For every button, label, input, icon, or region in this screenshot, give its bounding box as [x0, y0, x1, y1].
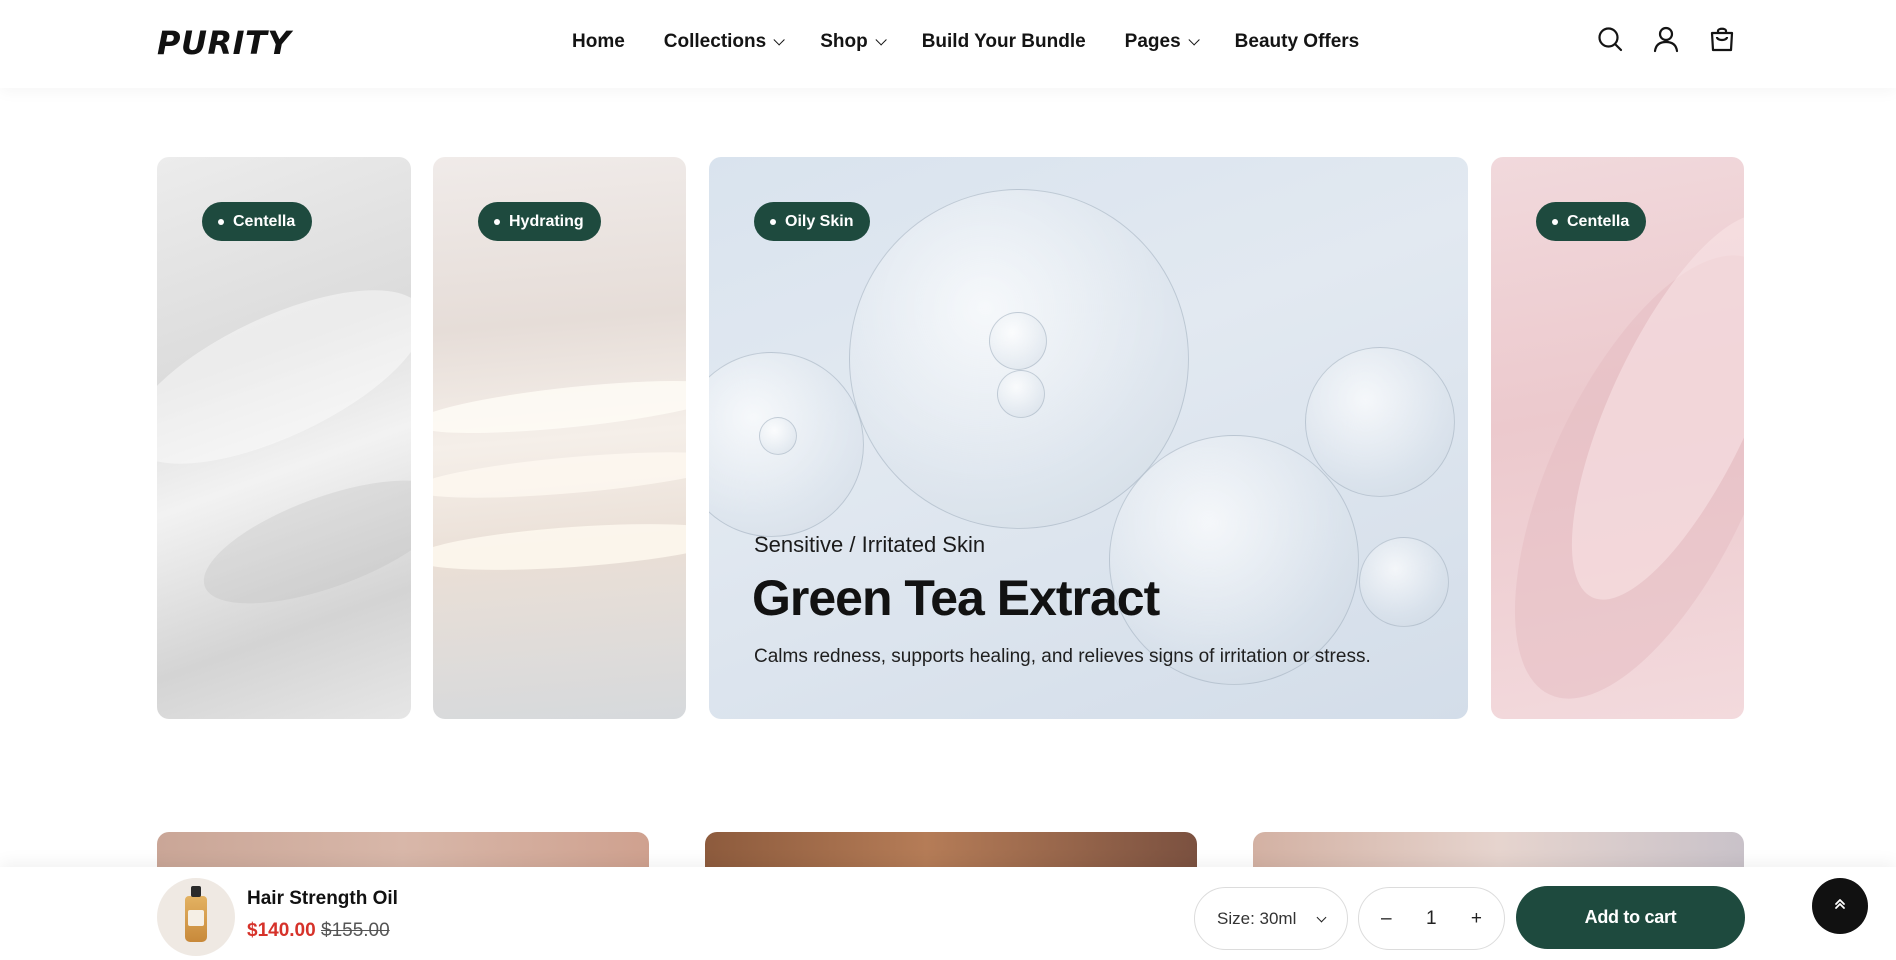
- nav-home[interactable]: Home: [572, 31, 625, 53]
- ingredient-slider: Centella Hydrating Oily Skin Sensitive /…: [157, 157, 1744, 719]
- nav-collections[interactable]: Collections: [663, 31, 785, 53]
- logo[interactable]: PURITY: [157, 24, 291, 62]
- quantity-stepper: – 1 +: [1358, 887, 1505, 950]
- nav-build-bundle[interactable]: Build Your Bundle: [922, 31, 1086, 53]
- main-nav: Home Collections Shop Build Your Bundle …: [572, 0, 1359, 84]
- oil-bubble: [759, 417, 797, 455]
- card-subtitle: Sensitive / Irritated Skin: [754, 532, 986, 557]
- quantity-value[interactable]: 1: [1426, 908, 1437, 930]
- nav-beauty-offers[interactable]: Beauty Offers: [1235, 31, 1360, 53]
- oil-bottle-image: [185, 886, 207, 942]
- nav-pages-label: Pages: [1124, 31, 1181, 52]
- decrease-quantity-button[interactable]: –: [1381, 908, 1392, 930]
- nav-shop-label: Shop: [820, 31, 868, 52]
- card-description: Calms redness, supports healing, and rel…: [754, 646, 1371, 667]
- increase-quantity-button[interactable]: +: [1471, 908, 1482, 930]
- nav-build-bundle-label: Build Your Bundle: [921, 31, 1086, 52]
- texture-shadow: [189, 455, 411, 629]
- compare-price: $155.00: [321, 920, 390, 941]
- nav-collections-label: Collections: [663, 31, 767, 52]
- slide-card[interactable]: Centella: [157, 157, 411, 719]
- oil-bubble: [1305, 347, 1455, 497]
- oil-bubble: [989, 312, 1047, 370]
- nav-beauty-offers-label: Beauty Offers: [1234, 31, 1360, 52]
- double-chevron-up-icon: [1832, 896, 1848, 917]
- search-icon[interactable]: [1596, 25, 1624, 53]
- slide-card-active[interactable]: Oily Skin Sensitive / Irritated Skin Gre…: [709, 157, 1468, 719]
- size-select[interactable]: Size: 30ml: [1194, 887, 1348, 950]
- slide-card[interactable]: Centella: [1491, 157, 1744, 719]
- texture-highlight: [433, 515, 686, 579]
- site-header: PURITY Home Collections Shop Build Your …: [0, 0, 1896, 88]
- chevron-down-icon: [773, 34, 785, 46]
- texture-highlight: [157, 255, 411, 499]
- chevron-down-icon: [875, 34, 887, 46]
- sticky-add-to-cart-bar: Hair Strength Oil $140.00 $155.00 Size: …: [0, 867, 1896, 960]
- card-badge: Centella: [202, 202, 313, 241]
- chevron-down-icon: [1188, 34, 1200, 46]
- sale-price: $140.00: [247, 920, 316, 941]
- scroll-to-top-button[interactable]: [1812, 878, 1868, 934]
- slide-card[interactable]: Hydrating: [433, 157, 686, 719]
- nav-pages[interactable]: Pages: [1124, 31, 1200, 53]
- texture-highlight: [433, 443, 686, 507]
- product-name[interactable]: Hair Strength Oil: [247, 888, 398, 910]
- card-badge: Hydrating: [478, 202, 601, 241]
- card-title: Green Tea Extract: [752, 570, 1160, 626]
- oil-bubble: [1359, 537, 1449, 627]
- nav-home-label: Home: [572, 31, 625, 52]
- product-thumbnail[interactable]: [157, 878, 235, 956]
- add-to-cart-button[interactable]: Add to cart: [1516, 886, 1745, 949]
- cart-icon[interactable]: [1708, 25, 1736, 53]
- card-badge: Oily Skin: [754, 202, 871, 241]
- texture-highlight: [433, 370, 686, 444]
- chevron-down-icon: [1316, 912, 1327, 923]
- size-select-value: Size: 30ml: [1217, 908, 1297, 928]
- header-icons: [1596, 25, 1736, 53]
- oil-bubble: [997, 370, 1045, 418]
- nav-shop[interactable]: Shop: [820, 31, 887, 53]
- account-icon[interactable]: [1652, 25, 1680, 53]
- card-badge: Centella: [1536, 202, 1647, 241]
